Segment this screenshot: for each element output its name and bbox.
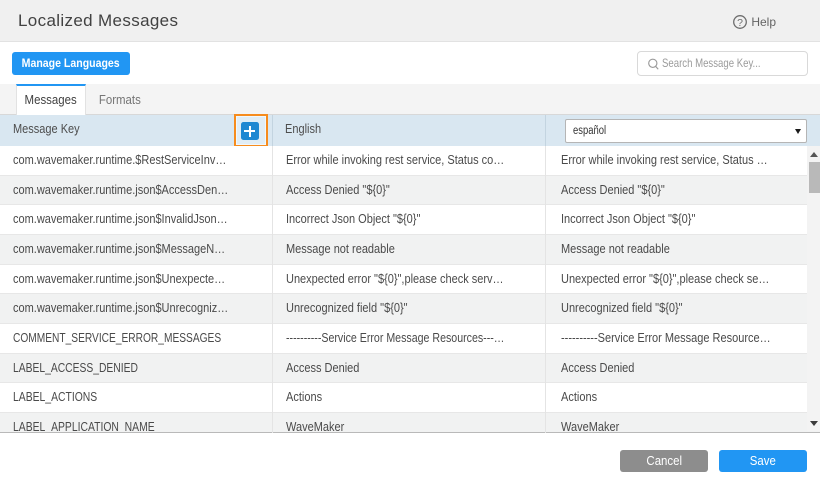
svg-text:?: ? [737, 17, 743, 29]
